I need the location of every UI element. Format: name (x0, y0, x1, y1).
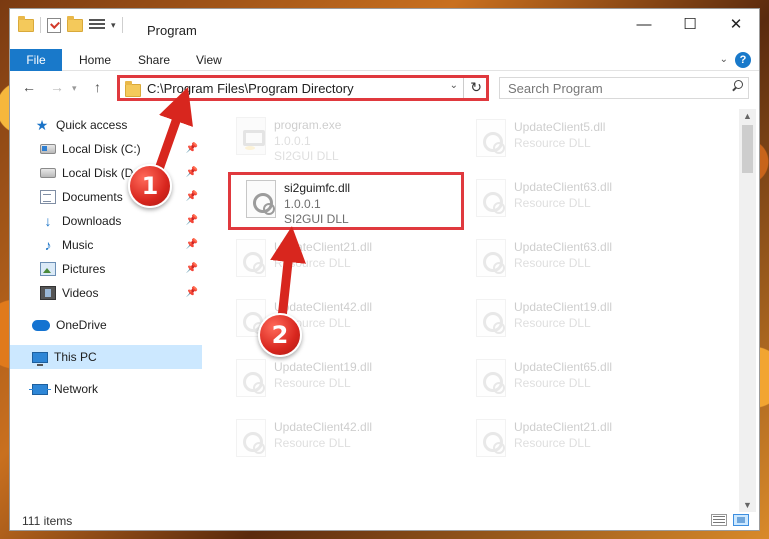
arrow-to-dll-file (270, 226, 306, 323)
annotation-overlay (153, 87, 306, 323)
step-2-badge: 2 (258, 313, 302, 357)
step-1-badge: 1 (128, 164, 172, 208)
arrow-to-address-bar (153, 87, 193, 177)
